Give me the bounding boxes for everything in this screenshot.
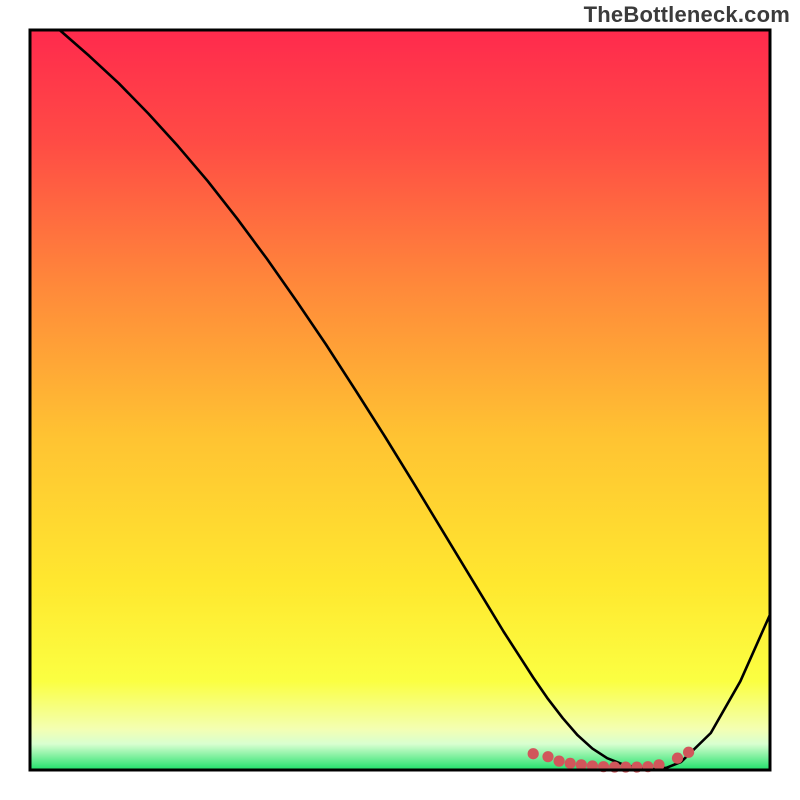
chart-frame: TheBottleneck.com [0,0,800,800]
sweet-spot-dot [542,751,553,762]
sweet-spot-dot [565,758,576,769]
sweet-spot-dot [554,756,565,767]
watermark-label: TheBottleneck.com [584,2,790,28]
sweet-spot-dot [672,753,683,764]
plot-background [30,30,770,770]
sweet-spot-dot [683,747,694,758]
sweet-spot-dot [528,748,539,759]
bottleneck-chart [0,0,800,800]
